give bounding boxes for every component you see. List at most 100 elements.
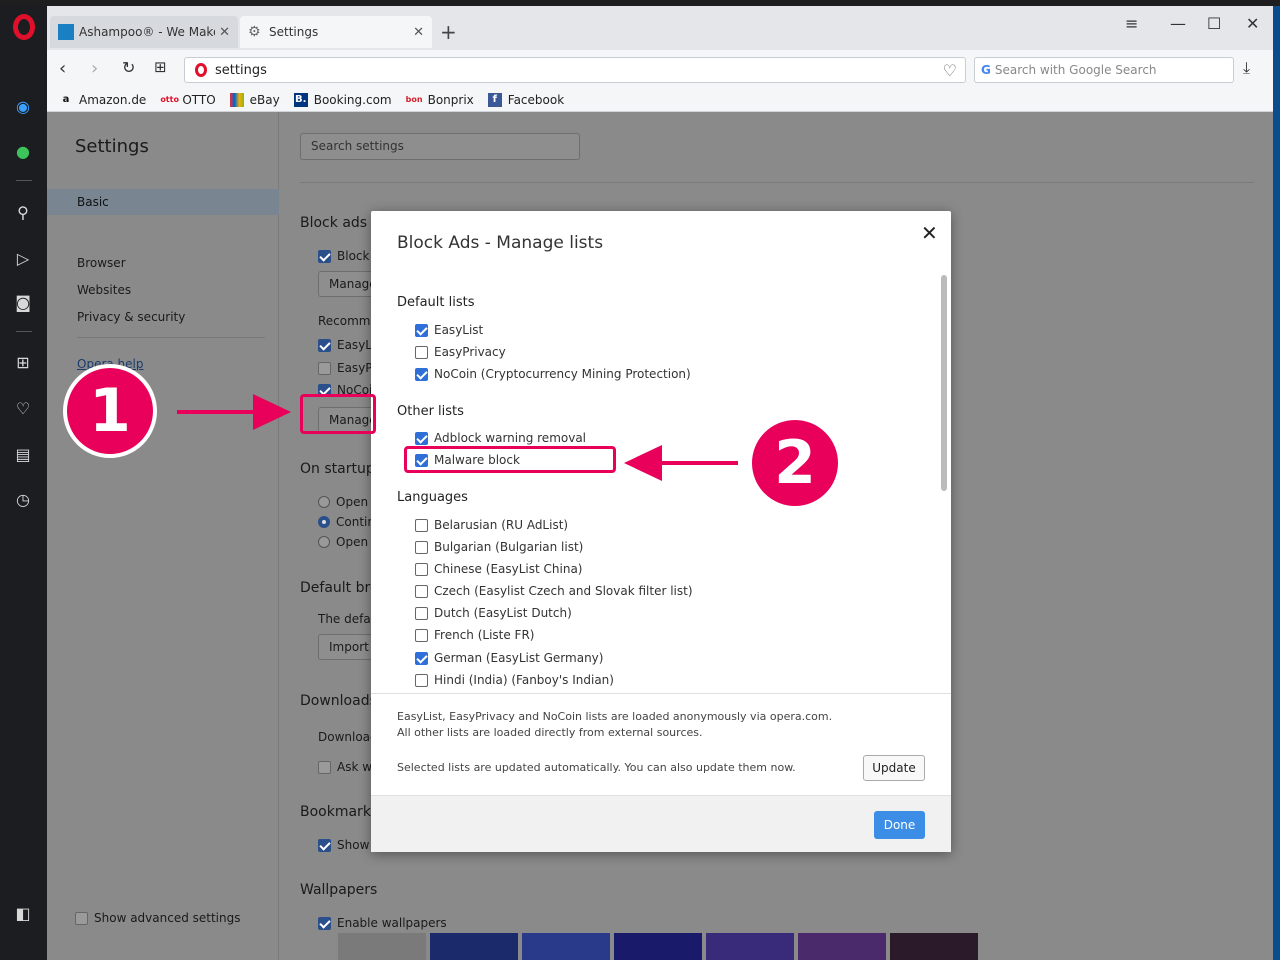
whatsapp-icon[interactable]: ● [11, 139, 35, 163]
bookmark-ebay[interactable]: eBay [229, 92, 280, 107]
list-item[interactable]: Dutch (EasyList Dutch) [415, 606, 572, 620]
list-item[interactable]: EasyList [415, 323, 483, 337]
checkbox[interactable] [415, 518, 428, 532]
list-easyprivacy[interactable]: EasyPr [318, 361, 377, 375]
list-item[interactable]: EasyPrivacy [415, 345, 506, 359]
enable-wallpapers-toggle[interactable]: Enable wallpapers [318, 916, 447, 930]
window-close-icon[interactable]: ✕ [1246, 14, 1259, 33]
tab-close-icon[interactable]: ✕ [219, 25, 230, 40]
startup-option[interactable]: Open t [318, 495, 377, 509]
list-item[interactable]: Adblock warning removal [415, 431, 586, 445]
url-field[interactable]: settings ♡ [184, 57, 966, 83]
done-button[interactable]: Done [874, 811, 925, 839]
checkbox[interactable] [318, 760, 331, 774]
nav-item-basic[interactable]: Basic [47, 189, 279, 215]
checkbox[interactable] [415, 651, 428, 665]
radio[interactable] [318, 516, 330, 528]
nav-item-browser[interactable]: Browser [77, 256, 126, 270]
wallpaper-thumb[interactable] [522, 933, 610, 960]
bookmark-booking[interactable]: B. Booking.com [293, 92, 392, 107]
checkbox[interactable] [415, 431, 428, 445]
tab-menu-icon[interactable]: ≡ [1125, 14, 1138, 33]
info-text: EasyList, EasyPrivacy and NoCoin lists a… [397, 710, 833, 723]
checkbox[interactable] [415, 606, 428, 620]
checkbox[interactable] [415, 562, 428, 576]
speed-dial-icon[interactable]: ⊞ [11, 350, 35, 374]
checkbox[interactable] [318, 338, 331, 352]
checkbox[interactable] [415, 673, 428, 687]
tab-settings[interactable]: ⚙ Settings ✕ [240, 16, 432, 48]
list-item[interactable]: German (EasyList Germany) [415, 651, 603, 665]
news-icon[interactable]: ▤ [11, 442, 35, 466]
checkbox[interactable] [415, 323, 428, 337]
list-item[interactable]: Belarusian (RU AdList) [415, 518, 568, 532]
settings-nav: Settings Basic Browser Websites Privacy … [47, 112, 279, 960]
gear-icon: ⚙ [248, 24, 261, 40]
bookmark-otto[interactable]: otto OTTO [160, 93, 215, 107]
checkbox[interactable] [415, 540, 428, 554]
radio[interactable] [318, 496, 330, 508]
startup-option[interactable]: Contin [318, 515, 375, 529]
checkbox[interactable] [75, 911, 88, 925]
bookmark-bonprix[interactable]: bon Bonprix [406, 93, 474, 107]
opera-logo-icon[interactable] [13, 14, 35, 40]
search-icon[interactable]: ⚲ [11, 200, 35, 224]
show-bookmarks-toggle[interactable]: Show t [318, 838, 378, 852]
close-icon[interactable]: ✕ [921, 221, 938, 245]
list-item[interactable]: Chinese (EasyList China) [415, 562, 582, 576]
send-icon[interactable]: ▷ [11, 246, 35, 270]
camera-icon[interactable]: ◙ [11, 290, 35, 314]
bookmark-facebook[interactable]: f Facebook [487, 92, 564, 107]
nav-item-privacy[interactable]: Privacy & security [77, 310, 185, 324]
download-icon[interactable]: ⤓ [1243, 58, 1250, 78]
checkbox[interactable] [415, 628, 428, 642]
info-text: All other lists are loaded directly from… [397, 726, 703, 739]
maximize-icon[interactable]: ☐ [1207, 14, 1221, 33]
nav-item-websites[interactable]: Websites [77, 283, 131, 297]
history-icon[interactable]: ◷ [11, 487, 35, 511]
list-item[interactable]: Bulgarian (Bulgarian list) [415, 540, 583, 554]
sidebar-toggle-icon[interactable]: ◧ [11, 901, 35, 925]
tab-ashampoo[interactable]: Ashampoo® - We Make S ✕ [50, 16, 238, 48]
checkbox[interactable] [415, 345, 428, 359]
minimize-icon[interactable]: — [1170, 14, 1186, 33]
checkbox[interactable] [318, 249, 331, 263]
checkbox[interactable] [415, 584, 428, 598]
list-item[interactable]: French (Liste FR) [415, 628, 534, 642]
highlight-manage-button [300, 394, 376, 434]
list-item[interactable]: Hindi (India) (Fanboy's Indian) [415, 673, 614, 687]
wallpaper-thumb[interactable] [614, 933, 702, 960]
opera-sidebar: ◉ ● ⚲ ▷ ◙ ⊞ ♡ ▤ ◷ ◧ [0, 6, 47, 960]
wallpaper-thumb[interactable] [798, 933, 886, 960]
amazon-icon: a [62, 93, 70, 105]
radio[interactable] [318, 536, 330, 548]
dialog-scrollbar[interactable] [941, 275, 947, 491]
wallpaper-thumb[interactable] [338, 933, 426, 960]
update-button[interactable]: Update [863, 755, 925, 781]
list-item[interactable]: NoCoin (Cryptocurrency Mining Protection… [415, 367, 691, 381]
speed-dial-icon[interactable]: ⊞ [154, 58, 167, 76]
show-advanced-toggle[interactable]: Show advanced settings [75, 911, 241, 925]
bookmark-heart-icon[interactable]: ♡ [943, 61, 957, 80]
checkbox[interactable] [318, 916, 331, 930]
reload-icon[interactable]: ↻ [122, 58, 135, 77]
messenger-icon[interactable]: ◉ [11, 94, 35, 118]
checkbox[interactable] [415, 367, 428, 381]
forward-icon[interactable]: › [91, 58, 98, 79]
search-input[interactable]: G Search with Google Search [974, 57, 1234, 83]
opera-icon [195, 63, 207, 77]
list-item[interactable]: Czech (Easylist Czech and Slovak filter … [415, 584, 693, 598]
wallpaper-thumb[interactable] [706, 933, 794, 960]
back-icon[interactable]: ‹ [59, 58, 66, 79]
new-tab-button[interactable]: + [440, 20, 457, 44]
settings-search-input[interactable]: Search settings [300, 133, 580, 160]
tab-close-icon[interactable]: ✕ [413, 25, 424, 40]
bookmark-amazon[interactable]: a Amazon.de [59, 93, 147, 107]
heart-icon[interactable]: ♡ [11, 396, 35, 420]
wallpaper-thumb[interactable] [430, 933, 518, 960]
wallpaper-thumb[interactable] [890, 933, 978, 960]
checkbox[interactable] [318, 838, 331, 852]
other-lists-heading: Other lists [397, 404, 464, 419]
checkbox[interactable] [318, 361, 331, 375]
facebook-icon: f [487, 92, 502, 107]
